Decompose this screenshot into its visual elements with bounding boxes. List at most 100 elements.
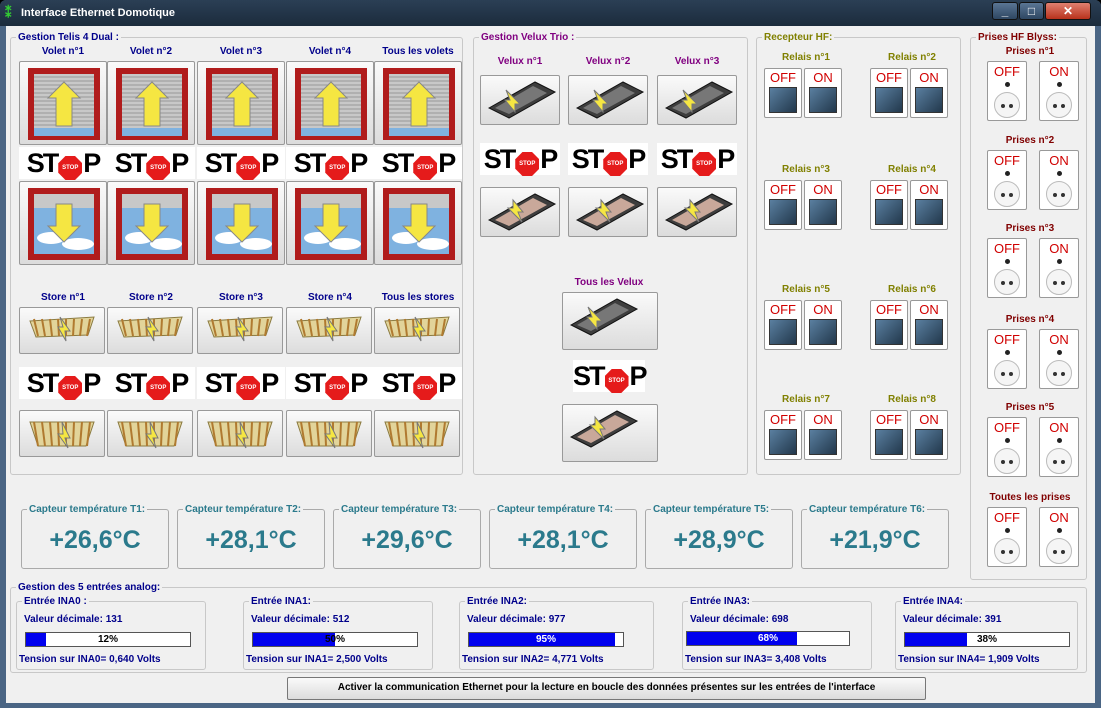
awning-extend-icon	[117, 421, 183, 449]
analog-tension: Tension sur INA1= 2,500 Volts	[246, 654, 388, 665]
stop-sign-icon: STOP	[325, 156, 350, 180]
velux-close-button[interactable]	[480, 187, 560, 237]
prise-on-button[interactable]: ON	[1039, 238, 1079, 298]
relay-on-button[interactable]: ON	[804, 180, 842, 230]
indicator-led-icon	[1005, 350, 1010, 355]
relay-off-button[interactable]: OFF	[870, 300, 908, 350]
velux-close-button[interactable]	[657, 187, 737, 237]
shutter-up-icon	[116, 68, 188, 140]
relay-off-button[interactable]: OFF	[764, 410, 802, 460]
analog-percent: 38%	[976, 634, 997, 645]
relay-off-button[interactable]: OFF	[764, 180, 802, 230]
velux-all-stop-button[interactable]: ST STOP P	[573, 360, 648, 393]
relay-on-button[interactable]: ON	[804, 300, 842, 350]
velux-open-button[interactable]	[480, 75, 560, 125]
relay-on-button[interactable]: ON	[910, 68, 948, 118]
volet-stop-button[interactable]: ST STOP P	[374, 147, 462, 180]
temperature-sensor-group: Capteur température T2: +28,1°C	[177, 503, 325, 569]
prise-off-button[interactable]: OFF	[987, 329, 1027, 389]
relay-off-button[interactable]: OFF	[870, 180, 908, 230]
volet-down-button[interactable]	[19, 181, 107, 265]
volet-up-button[interactable]	[374, 61, 462, 145]
volet-down-button[interactable]	[286, 181, 374, 265]
store-retract-button[interactable]	[19, 307, 105, 354]
store-stop-button[interactable]: ST STOP P	[107, 367, 195, 400]
volet-down-button[interactable]	[197, 181, 285, 265]
temperature-value: +28,1°C	[205, 526, 297, 554]
velux-close-button[interactable]	[568, 187, 648, 237]
store-label: Tous les stores	[381, 292, 455, 303]
store-stop-button[interactable]: ST STOP P	[374, 367, 462, 400]
store-extend-button[interactable]	[374, 410, 460, 457]
store-stop-button[interactable]: ST STOP P	[286, 367, 374, 400]
prise-on-button[interactable]: ON	[1039, 329, 1079, 389]
volet-up-button[interactable]	[107, 61, 195, 145]
relay-off-button[interactable]: OFF	[764, 300, 802, 350]
volet-up-button[interactable]	[286, 61, 374, 145]
prise-on-button[interactable]: ON	[1039, 61, 1079, 121]
relay-on-button[interactable]: ON	[910, 300, 948, 350]
store-stop-button[interactable]: ST STOP P	[197, 367, 285, 400]
relay-icon	[769, 319, 797, 345]
velux-stop-button[interactable]: ST STOP P	[480, 143, 560, 176]
relay-on-button[interactable]: ON	[910, 410, 948, 460]
store-extend-button[interactable]	[107, 410, 193, 457]
velux-stop-button[interactable]: ST STOP P	[568, 143, 648, 176]
temperature-sensor-label: Capteur température T2:	[183, 503, 304, 516]
analog-decimal-value: Valeur décimale: 391	[903, 614, 1002, 625]
prise-on-button[interactable]: ON	[1039, 150, 1079, 210]
store-extend-button[interactable]	[19, 410, 105, 457]
prise-off-button[interactable]: OFF	[987, 507, 1027, 567]
power-socket-icon	[994, 269, 1020, 295]
volet-up-button[interactable]	[197, 61, 285, 145]
close-button[interactable]: ✕	[1045, 2, 1091, 20]
stop-sign-icon: STOP	[692, 152, 717, 176]
analog-decimal-value: Valeur décimale: 512	[251, 614, 350, 625]
store-retract-button[interactable]	[286, 307, 372, 354]
indicator-led-icon	[1057, 350, 1062, 355]
relay-off-button[interactable]: OFF	[764, 68, 802, 118]
volet-up-button[interactable]	[19, 61, 107, 145]
relay-icon	[809, 199, 837, 225]
store-extend-button[interactable]	[197, 410, 283, 457]
prise-off-button[interactable]: OFF	[987, 61, 1027, 121]
prise-on-button[interactable]: ON	[1039, 417, 1079, 477]
prise-on-button[interactable]: ON	[1039, 507, 1079, 567]
stop-letters-p: P	[261, 368, 279, 398]
stop-letters-p: P	[171, 368, 189, 398]
skylight-close-icon	[575, 193, 645, 231]
activate-ethernet-button[interactable]: Activer la communication Ethernet pour l…	[287, 677, 926, 700]
relay-on-button[interactable]: ON	[804, 410, 842, 460]
relay-on-button[interactable]: ON	[804, 68, 842, 118]
prise-label: Prises n°2	[1005, 135, 1055, 146]
velux-all-close-button[interactable]	[562, 404, 658, 462]
volet-stop-button[interactable]: ST STOP P	[107, 147, 195, 180]
relay-off-button[interactable]: OFF	[870, 410, 908, 460]
maximize-button[interactable]: □	[1019, 2, 1044, 20]
store-retract-button[interactable]	[374, 307, 460, 354]
velux-all-open-button[interactable]	[562, 292, 658, 350]
volet-stop-button[interactable]: ST STOP P	[19, 147, 107, 180]
relay-on-button[interactable]: ON	[910, 180, 948, 230]
store-retract-button[interactable]	[107, 307, 193, 354]
relay-label: Relais n°8	[888, 394, 936, 405]
volet-down-button[interactable]	[374, 181, 462, 265]
store-stop-button[interactable]: ST STOP P	[19, 367, 107, 400]
shutter-down-icon	[28, 188, 100, 260]
relay-icon	[769, 429, 797, 455]
volet-stop-button[interactable]: ST STOP P	[286, 147, 374, 180]
store-retract-button[interactable]	[197, 307, 283, 354]
relay-off-button[interactable]: OFF	[870, 68, 908, 118]
prise-off-button[interactable]: OFF	[987, 417, 1027, 477]
velux-open-button[interactable]	[657, 75, 737, 125]
velux-open-button[interactable]	[568, 75, 648, 125]
prise-off-button[interactable]: OFF	[987, 238, 1027, 298]
store-extend-button[interactable]	[286, 410, 372, 457]
volet-down-button[interactable]	[107, 181, 195, 265]
prise-off-button[interactable]: OFF	[987, 150, 1027, 210]
velux-stop-button[interactable]: ST STOP P	[657, 143, 737, 176]
volet-stop-button[interactable]: ST STOP P	[197, 147, 285, 180]
temperature-sensor-label: Capteur température T5:	[651, 503, 772, 516]
analog-decimal-value: Valeur décimale: 977	[467, 614, 566, 625]
minimize-button[interactable]: _	[992, 2, 1018, 20]
